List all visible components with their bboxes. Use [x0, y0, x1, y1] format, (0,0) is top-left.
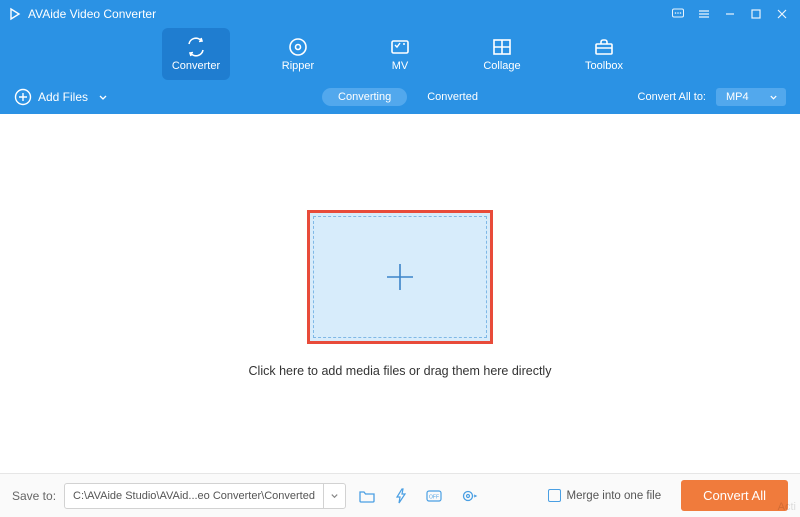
app-logo: AVAide Video Converter	[8, 7, 156, 21]
close-icon	[776, 8, 788, 20]
menu-button[interactable]	[694, 4, 714, 24]
bottom-bar: Save to: C:\AVAide Studio\AVAid...eo Con…	[0, 473, 800, 517]
minimize-button[interactable]	[720, 4, 740, 24]
plus-icon	[383, 260, 417, 294]
drop-hint: Click here to add media files or drag th…	[249, 364, 552, 378]
hamburger-icon	[697, 7, 711, 21]
folder-icon	[358, 487, 376, 505]
save-path-dropdown[interactable]	[323, 484, 345, 508]
format-select[interactable]: MP4	[716, 88, 786, 106]
mv-icon	[389, 36, 411, 58]
chevron-down-icon	[769, 93, 778, 102]
add-files-label: Add Files	[38, 90, 88, 104]
collage-icon	[491, 36, 513, 58]
gear-icon	[460, 487, 478, 505]
app-title: AVAide Video Converter	[28, 7, 156, 21]
svg-text:OFF: OFF	[429, 494, 439, 500]
convert-all-label: Convert All	[703, 488, 766, 503]
plus-circle-icon	[14, 88, 32, 106]
nav-ripper[interactable]: Ripper	[264, 28, 332, 80]
main-area: Click here to add media files or drag th…	[0, 114, 800, 473]
top-nav: Converter Ripper MV Collage Toolbox	[0, 28, 800, 80]
tab-converting[interactable]: Converting	[322, 88, 407, 106]
nav-label: MV	[392, 60, 409, 72]
nav-label: Converter	[172, 60, 220, 72]
nav-converter[interactable]: Converter	[162, 28, 230, 80]
merge-label: Merge into one file	[567, 490, 662, 502]
nav-label: Ripper	[282, 60, 314, 72]
nav-collage[interactable]: Collage	[468, 28, 536, 80]
maximize-icon	[750, 8, 762, 20]
close-button[interactable]	[772, 4, 792, 24]
play-triangle-icon	[8, 7, 22, 21]
convert-all-to-label: Convert All to:	[638, 91, 706, 103]
ripper-icon	[287, 36, 309, 58]
checkbox-icon	[548, 489, 561, 502]
format-value: MP4	[726, 91, 749, 103]
chevron-down-icon	[330, 491, 339, 500]
nav-toolbox[interactable]: Toolbox	[570, 28, 638, 80]
drop-zone[interactable]	[307, 210, 493, 344]
subbar: Add Files Converting Converted Convert A…	[0, 80, 800, 114]
minimize-icon	[724, 8, 736, 20]
save-path-value: C:\AVAide Studio\AVAid...eo Converter\Co…	[65, 490, 323, 502]
save-path-field[interactable]: C:\AVAide Studio\AVAid...eo Converter\Co…	[64, 483, 346, 509]
feedback-button[interactable]	[668, 4, 688, 24]
gpu-icon: OFF	[425, 487, 445, 505]
add-files-button[interactable]: Add Files	[14, 88, 108, 106]
tab-label: Converting	[338, 91, 391, 103]
nav-label: Toolbox	[585, 60, 623, 72]
merge-checkbox[interactable]: Merge into one file	[548, 489, 662, 502]
chevron-down-icon	[98, 92, 108, 102]
maximize-button[interactable]	[746, 4, 766, 24]
tab-label: Converted	[427, 91, 478, 103]
settings-button[interactable]	[456, 483, 482, 509]
lightning-button[interactable]	[388, 483, 414, 509]
convert-all-button[interactable]: Convert All	[681, 480, 788, 511]
lightning-icon	[393, 488, 409, 504]
titlebar: AVAide Video Converter	[0, 0, 800, 28]
nav-mv[interactable]: MV	[366, 28, 434, 80]
gpu-button[interactable]: OFF	[422, 483, 448, 509]
open-folder-button[interactable]	[354, 483, 380, 509]
toolbox-icon	[593, 36, 615, 58]
chat-icon	[671, 7, 685, 21]
nav-label: Collage	[483, 60, 520, 72]
tab-converted[interactable]: Converted	[427, 91, 478, 103]
converter-icon	[185, 36, 207, 58]
save-to-label: Save to:	[12, 489, 56, 503]
